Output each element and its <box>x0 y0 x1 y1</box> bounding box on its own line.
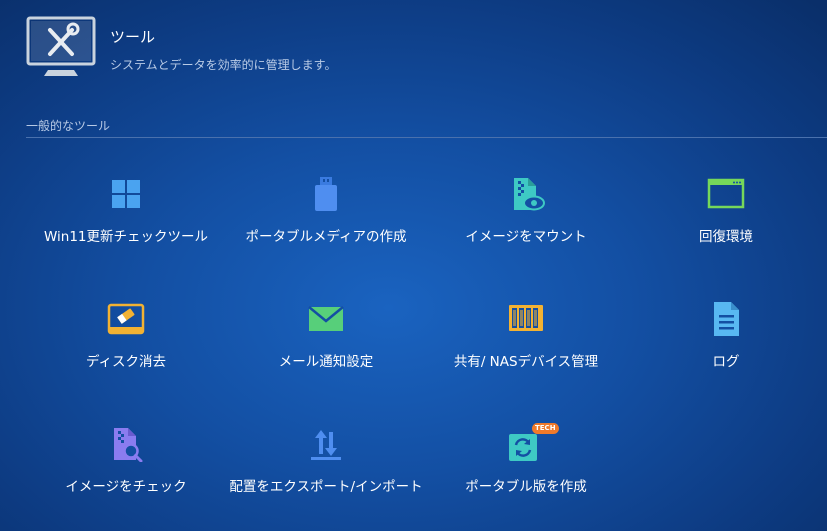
tool-disk-erase[interactable]: ディスク消去 <box>26 291 226 391</box>
tools-monitor-icon <box>26 16 96 76</box>
tool-label: Win11更新チェックツール <box>43 229 209 245</box>
section-divider <box>26 137 827 138</box>
mount-image-icon <box>514 178 545 211</box>
tool-export-import-config[interactable]: 配置をエクスポート/インポート <box>226 416 426 516</box>
tech-badge: TECH <box>532 423 559 434</box>
tool-label: メール通知設定 <box>278 354 374 370</box>
tool-log[interactable]: ログ <box>626 291 826 391</box>
tool-email-notification-settings[interactable]: メール通知設定 <box>226 291 426 391</box>
nas-device-icon <box>509 305 543 331</box>
tool-check-image[interactable]: イメージをチェック <box>26 416 226 516</box>
tools-grid: Win11更新チェックツール ポータブルメディアの作成 イメージをマウント 回復… <box>26 166 826 506</box>
tool-create-portable-media[interactable]: ポータブルメディアの作成 <box>226 166 426 266</box>
tool-win11-update-check[interactable]: Win11更新チェックツール <box>26 166 226 266</box>
page-header: ツール システムとデータを効率的に管理します。 <box>26 16 806 82</box>
tool-create-portable-version[interactable]: TECH ポータブル版を作成 <box>426 416 626 516</box>
tool-share-nas-management[interactable]: 共有/ NASデバイス管理 <box>426 291 626 391</box>
log-document-icon <box>714 302 739 336</box>
page-subtitle: システムとデータを効率的に管理します。 <box>110 58 337 72</box>
section-title: 一般的なツール <box>26 119 111 133</box>
tool-label: ポータブル版を作成 <box>465 479 587 495</box>
tool-label: ポータブルメディアの作成 <box>245 229 407 245</box>
tool-label: 回復環境 <box>699 229 753 245</box>
tool-label: 共有/ NASデバイス管理 <box>453 354 599 370</box>
page-title: ツール <box>110 28 156 46</box>
tool-label: ディスク消去 <box>85 354 167 370</box>
tool-mount-image[interactable]: イメージをマウント <box>426 166 626 266</box>
check-image-icon <box>114 428 143 462</box>
export-import-icon <box>311 430 341 460</box>
usb-drive-icon <box>315 177 337 211</box>
tool-label: イメージをチェック <box>65 479 187 495</box>
windows-logo-icon <box>112 180 140 208</box>
envelope-icon <box>308 306 344 331</box>
tool-recovery-environment[interactable]: 回復環境 <box>626 166 826 266</box>
tool-label: 配置をエクスポート/インポート <box>229 479 423 495</box>
disk-eraser-icon <box>107 303 145 335</box>
window-frame-icon <box>707 178 745 209</box>
tool-label: イメージをマウント <box>465 229 587 245</box>
tool-label: ログ <box>712 354 740 370</box>
